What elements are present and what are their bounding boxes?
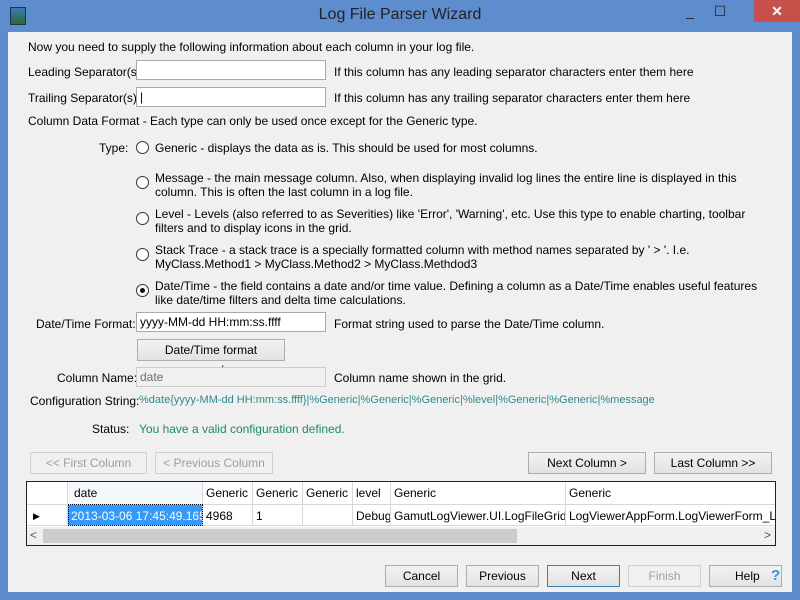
previous-button[interactable]: Previous (466, 565, 539, 587)
grid-cell[interactable]: GamutLogViewer.UI.LogFileGridCtrl (391, 504, 566, 526)
type-level-text: Level - Levels (also referred to as Seve… (155, 207, 746, 235)
column-header[interactable]: Generic (391, 482, 566, 504)
trailing-label: Trailing Separator(s) (28, 91, 137, 105)
datetime-examples-button[interactable]: Date/Time format examples (137, 339, 285, 377)
leading-label: Leading Separator(s) (28, 65, 141, 79)
type-message-radio[interactable] (136, 176, 149, 189)
wizard-body: Now you need to supply the following inf… (8, 32, 792, 592)
close-button[interactable]: ✕ (754, 0, 800, 22)
trailing-hint: If this column has any trailing separato… (334, 91, 691, 105)
maximize-button[interactable]: ☐ (705, 0, 735, 22)
grid-cell[interactable]: LogViewerAppForm.LogViewerForm_Load = (566, 504, 775, 526)
type-stacktrace-radio[interactable] (136, 248, 149, 261)
finish-button[interactable]: Finish (628, 565, 701, 587)
next-column-button[interactable]: Next Column > (528, 452, 646, 474)
column-name-input[interactable]: date (136, 367, 326, 387)
column-header[interactable]: Generic (303, 482, 353, 504)
type-message-text: Message - the main message column. Also,… (155, 171, 737, 199)
minimize-button[interactable]: _ (675, 0, 705, 22)
type-generic-radio[interactable] (136, 141, 149, 154)
format-note: Column Data Format - Each type can only … (28, 114, 478, 128)
type-label: Type: (99, 141, 129, 155)
scroll-right-icon[interactable]: > (764, 528, 771, 542)
datetime-format-label: Date/Time Format: (36, 317, 136, 331)
cancel-button[interactable]: Cancel (385, 565, 458, 587)
grid-cell[interactable]: 2013-03-06 17:45:49.1653 (68, 504, 203, 526)
type-generic-text: Generic - displays the data as is. This … (155, 141, 538, 155)
column-header[interactable]: Generic (566, 482, 775, 504)
column-name-label: Column Name: (57, 371, 138, 385)
first-column-button[interactable]: << First Column (30, 452, 147, 474)
status-label: Status: (92, 422, 130, 436)
column-header[interactable]: Generic (253, 482, 303, 504)
config-string: %date{yyyy-MM-dd HH:mm:ss.ffff}|%Generic… (139, 394, 655, 406)
row-header-corner (27, 482, 68, 504)
last-column-button[interactable]: Last Column >> (654, 452, 772, 474)
next-button[interactable]: Next (547, 565, 620, 587)
help-button[interactable]: Help ? (709, 565, 782, 587)
help-icon: ? (771, 567, 781, 584)
config-label: Configuration String: (30, 394, 140, 408)
type-datetime-radio[interactable] (136, 284, 149, 297)
datetime-format-input[interactable]: yyyy-MM-dd HH:mm:ss.ffff (136, 312, 326, 332)
column-header[interactable]: date (68, 482, 203, 504)
help-label: Help (735, 569, 760, 583)
datetime-format-hint: Format string used to parse the Date/Tim… (334, 317, 605, 331)
grid-cell[interactable] (303, 504, 353, 526)
leading-hint: If this column has any leading separator… (334, 65, 694, 79)
title-bar: Log File Parser Wizard _ ☐ ✕ (0, 0, 800, 32)
column-header[interactable]: Generic (203, 482, 253, 504)
horizontal-scrollbar[interactable]: < > (27, 527, 775, 545)
status-text: You have a valid configuration defined. (139, 422, 345, 436)
trailing-separator-input[interactable]: | (136, 87, 326, 107)
grid-cell[interactable]: 4968 (203, 504, 253, 526)
leading-separator-input[interactable] (136, 60, 326, 80)
type-stacktrace-text: Stack Trace - a stack trace is a special… (155, 243, 690, 271)
current-row-arrow-icon: ▶ (27, 504, 68, 526)
column-header[interactable]: level (353, 482, 391, 504)
type-level-radio[interactable] (136, 212, 149, 225)
scrollbar-thumb[interactable] (43, 529, 517, 543)
type-datetime-text: Date/Time - the field contains a date an… (155, 279, 758, 307)
intro-text: Now you need to supply the following inf… (28, 40, 475, 54)
grid-cell[interactable]: Debug (353, 504, 391, 526)
column-name-hint: Column name shown in the grid. (334, 371, 507, 385)
previous-column-button[interactable]: < Previous Column (155, 452, 273, 474)
scroll-left-icon[interactable]: < (30, 528, 37, 542)
preview-grid[interactable]: date Generic Generic Generic level Gener… (26, 481, 776, 546)
grid-cell[interactable]: 1 (253, 504, 303, 526)
